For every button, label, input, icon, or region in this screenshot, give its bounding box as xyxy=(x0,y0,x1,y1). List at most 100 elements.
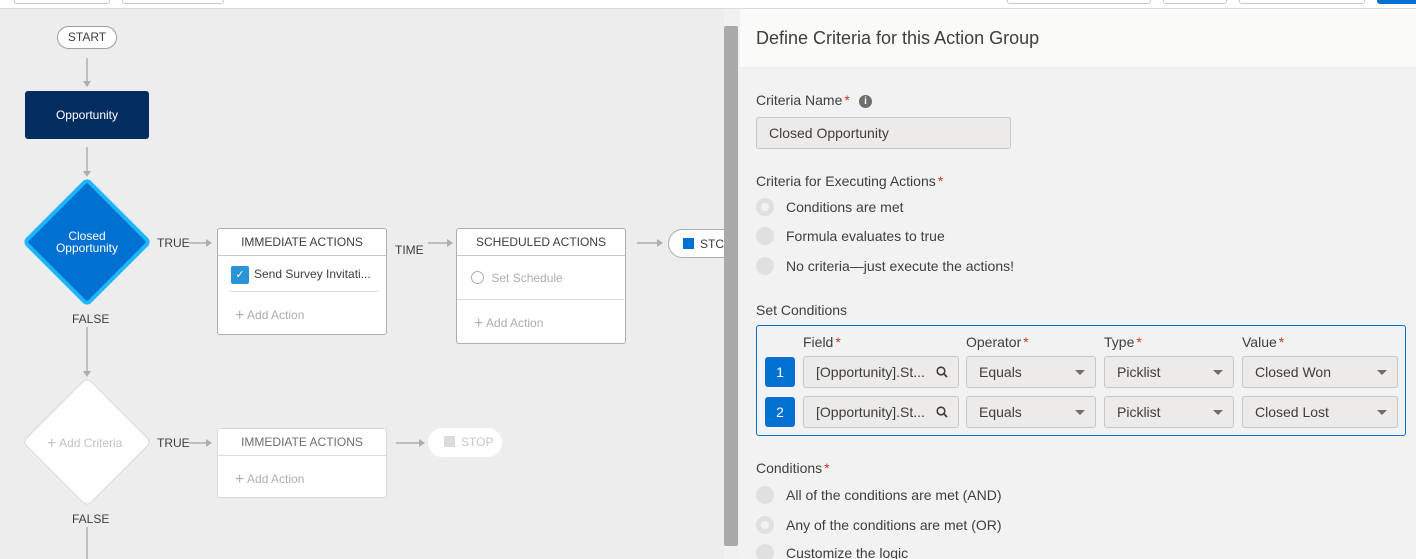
radio-label: Customize the logic xyxy=(786,545,909,559)
info-icon[interactable]: i xyxy=(859,95,872,108)
column-header-field: Field * xyxy=(803,334,841,350)
toolbar-button[interactable] xyxy=(1007,0,1151,4)
toolbar-primary-button[interactable] xyxy=(1377,0,1416,4)
operator-select[interactable]: Equals xyxy=(966,396,1096,428)
criteria-1-label-line2: Opportunity xyxy=(55,241,119,255)
search-icon[interactable] xyxy=(936,366,948,378)
column-header-value: Value * xyxy=(1242,334,1284,350)
required-marker: * xyxy=(844,92,850,108)
add-action-label: Add Action xyxy=(247,472,305,486)
scheduled-actions-box[interactable]: SCHEDULED ACTIONS Set Schedule + Add Act… xyxy=(456,228,626,344)
process-canvas[interactable]: START Opportunity Closed Opportunity TRU… xyxy=(0,9,724,559)
survey-icon: ✓ xyxy=(231,266,249,284)
criteria-1-label: Closed Opportunity xyxy=(40,230,134,254)
object-node[interactable]: Opportunity xyxy=(25,91,149,139)
search-icon[interactable] xyxy=(936,406,948,418)
chevron-down-icon xyxy=(1213,410,1223,415)
type-value: Picklist xyxy=(1117,364,1161,380)
radio-button[interactable] xyxy=(756,544,774,559)
field-value: [Opportunity].St... xyxy=(816,364,925,380)
conditions-label-text: Conditions xyxy=(756,460,823,476)
immediate-actions-box-2[interactable]: IMMEDIATE ACTIONS + Add Action xyxy=(217,428,387,498)
add-action-label: Add Action xyxy=(247,308,305,322)
panel-title: Define Criteria for this Action Group xyxy=(756,28,1040,48)
add-action-label: Add Action xyxy=(486,316,544,330)
chevron-down-icon xyxy=(1075,410,1085,415)
chevron-down-icon xyxy=(1377,370,1387,375)
toolbar-button[interactable] xyxy=(1239,0,1365,4)
set-schedule-button[interactable]: Set Schedule xyxy=(471,271,563,285)
chevron-down-icon xyxy=(1377,410,1387,415)
criteria-1-true-label: TRUE xyxy=(157,236,190,250)
radio-button[interactable] xyxy=(756,198,774,216)
value-select[interactable]: Closed Won xyxy=(1242,356,1398,388)
radio-label: All of the conditions are met (AND) xyxy=(786,487,1002,503)
criteria-name-label-text: Criteria Name xyxy=(756,92,843,108)
chevron-down-icon xyxy=(1075,370,1085,375)
stop-icon xyxy=(444,436,455,447)
radio-button[interactable] xyxy=(756,516,774,534)
field-lookup[interactable]: [Opportunity].St... xyxy=(803,356,959,388)
toolbar-button[interactable] xyxy=(122,0,224,4)
add-criteria-button[interactable]: + Add Criteria xyxy=(47,435,122,453)
required-marker: * xyxy=(1278,334,1285,350)
criteria-name-label: Criteria Name * xyxy=(756,92,850,108)
required-marker: * xyxy=(937,173,944,189)
add-action-button[interactable]: + Add Action xyxy=(474,315,543,333)
type-select[interactable]: Picklist xyxy=(1104,356,1234,388)
radio-button[interactable] xyxy=(756,257,774,275)
panel-header: Define Criteria for this Action Group xyxy=(740,9,1416,68)
criteria-1-false-label: FALSE xyxy=(72,312,110,326)
executing-actions-label-text: Criteria for Executing Actions xyxy=(756,173,936,189)
divider xyxy=(230,291,378,292)
operator-value: Equals xyxy=(979,404,1022,420)
value-select[interactable]: Closed Lost xyxy=(1242,396,1398,428)
column-operator-text: Operator xyxy=(966,334,1022,350)
required-marker: * xyxy=(835,334,841,350)
executing-actions-label: Criteria for Executing Actions * xyxy=(756,173,943,189)
required-marker: * xyxy=(824,460,830,476)
toolbar-button[interactable] xyxy=(14,0,110,4)
immediate-actions-header: IMMEDIATE ACTIONS xyxy=(218,229,386,256)
criteria-2-true-label: TRUE xyxy=(157,436,190,450)
operator-select[interactable]: Equals xyxy=(966,356,1096,388)
canvas-scrollbar-thumb[interactable] xyxy=(724,26,738,546)
stop-label-2: STOP xyxy=(461,435,494,449)
required-marker: * xyxy=(1023,334,1029,350)
top-toolbar xyxy=(0,0,1416,9)
plus-icon: + xyxy=(235,307,245,324)
row-number: 2 xyxy=(765,397,795,427)
plus-icon: + xyxy=(235,471,245,488)
toolbar-button[interactable] xyxy=(1163,0,1227,4)
row-number: 1 xyxy=(765,357,795,387)
divider xyxy=(457,299,624,300)
add-action-button[interactable]: + Add Action xyxy=(235,471,304,489)
column-value-text: Value xyxy=(1242,334,1277,350)
column-field-text: Field xyxy=(803,334,834,350)
radio-button[interactable] xyxy=(756,227,774,245)
immediate-actions-box[interactable]: IMMEDIATE ACTIONS ✓ Send Survey Invitati… xyxy=(217,228,387,335)
add-action-button[interactable]: + Add Action xyxy=(235,307,304,325)
stop-icon xyxy=(683,238,694,249)
radio-label: No criteria—just execute the actions! xyxy=(786,258,1014,274)
field-lookup[interactable]: [Opportunity].St... xyxy=(803,396,959,428)
value-value: Closed Won xyxy=(1255,364,1332,380)
type-select[interactable]: Picklist xyxy=(1104,396,1234,428)
value-value: Closed Lost xyxy=(1255,404,1329,420)
required-marker: * xyxy=(1136,334,1142,350)
radio-button[interactable] xyxy=(756,486,774,504)
start-node: START xyxy=(57,26,117,49)
criteria-panel: Define Criteria for this Action Group Cr… xyxy=(740,9,1416,559)
clock-icon xyxy=(471,271,484,284)
stop-node: STC xyxy=(668,229,724,258)
conditions-label: Conditions * xyxy=(756,460,830,476)
action-send-survey[interactable]: Send Survey Invitati... xyxy=(254,267,371,281)
scheduled-actions-header: SCHEDULED ACTIONS xyxy=(457,229,625,256)
column-header-type: Type * xyxy=(1104,334,1142,350)
column-type-text: Type xyxy=(1104,334,1135,350)
criteria-name-input[interactable] xyxy=(756,117,1011,149)
immediate-actions-header-2: IMMEDIATE ACTIONS xyxy=(218,429,386,456)
type-value: Picklist xyxy=(1117,404,1161,420)
stop-label: STC xyxy=(700,237,724,251)
set-schedule-label: Set Schedule xyxy=(491,271,563,285)
